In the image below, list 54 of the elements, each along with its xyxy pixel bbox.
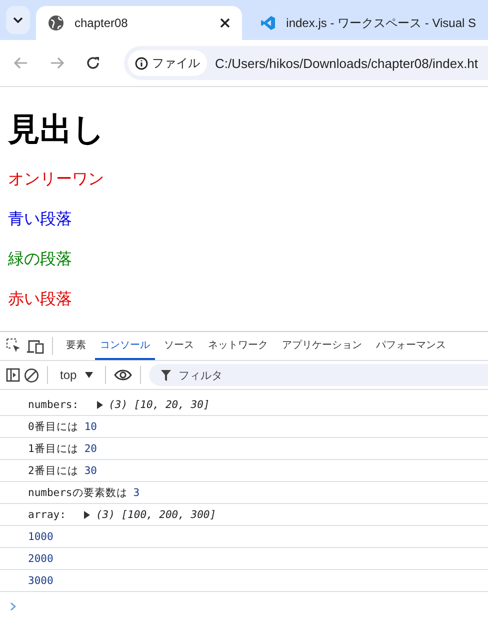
log-text: 0番目には [28, 420, 78, 434]
eye-icon[interactable] [114, 369, 132, 381]
log-number: 2000 [28, 552, 54, 564]
paragraph: 赤い段落 [8, 291, 73, 309]
paragraph: オンリーワン [8, 171, 105, 189]
log-number: 10 [84, 420, 97, 432]
log-number: 30 [84, 464, 97, 476]
array-preview[interactable]: (3) [100, 200, 300] [96, 508, 216, 520]
filter-icon [160, 370, 171, 380]
inspect-element-icon[interactable] [6, 338, 22, 354]
expand-triangle-icon[interactable] [84, 510, 90, 518]
devtools-tab[interactable]: パフォーマンス [371, 332, 451, 360]
devtools-tab[interactable]: コンソール [95, 332, 155, 360]
devtools-tab[interactable]: ネットワーク [203, 332, 273, 360]
log-label: array: [28, 508, 66, 520]
code-editor-icon [260, 15, 276, 31]
caret-down-icon [84, 372, 93, 378]
array-preview[interactable]: (3) [10, 20, 30] [108, 398, 210, 410]
log-text: numbersの要素数は [28, 486, 128, 500]
log-text: 2番目には [28, 464, 78, 478]
url-text: C:/Users/hikos/Downloads/chapter08/index.ht [215, 56, 478, 70]
filter-field[interactable]: フィルタ [148, 364, 488, 386]
info-icon [135, 56, 148, 70]
clear-console-icon[interactable] [24, 368, 39, 382]
browser-tab[interactable]: index.js - ワークスペース - Visual S [248, 6, 488, 40]
file-chip[interactable]: ファイル [128, 50, 207, 76]
device-toolbar-icon[interactable] [26, 338, 44, 354]
chip-label: ファイル [152, 54, 200, 72]
log-number: 3 [133, 486, 140, 498]
expand-triangle-icon[interactable] [96, 400, 103, 408]
tab-title: chapter08 [74, 16, 129, 30]
paragraph: 緑の段落 [8, 251, 73, 269]
devtools-tab[interactable]: ソース [159, 332, 199, 360]
log-label: numbers: [28, 398, 79, 410]
log-number: 1000 [28, 530, 54, 542]
prompt-chevron-icon[interactable] [10, 602, 16, 611]
browser-tab[interactable]: chapter08 [36, 6, 242, 40]
context-selector[interactable]: top [56, 368, 97, 382]
address-bar[interactable]: ファイル C:/Users/hikos/Downloads/chapter08/index.ht [124, 46, 488, 80]
close-icon[interactable] [220, 18, 230, 28]
chevron-down-icon[interactable] [13, 17, 24, 23]
devtools-tab[interactable]: 要素 [61, 332, 91, 360]
log-number: 20 [84, 442, 97, 454]
log-number: 3000 [28, 574, 54, 586]
reload-icon[interactable] [86, 56, 100, 70]
tab-title: index.js - ワークスペース - Visual S [286, 14, 476, 32]
sidebar-toggle-icon[interactable] [6, 368, 20, 382]
log-text: 1番目には [28, 442, 78, 456]
paragraph: 青い段落 [8, 211, 73, 229]
tab-search-button[interactable] [6, 6, 30, 34]
globe-icon [48, 15, 64, 31]
devtools-tab[interactable]: アプリケーション [277, 332, 367, 360]
filter-placeholder: フィルタ [178, 368, 223, 382]
page-heading: 見出し [8, 110, 106, 149]
